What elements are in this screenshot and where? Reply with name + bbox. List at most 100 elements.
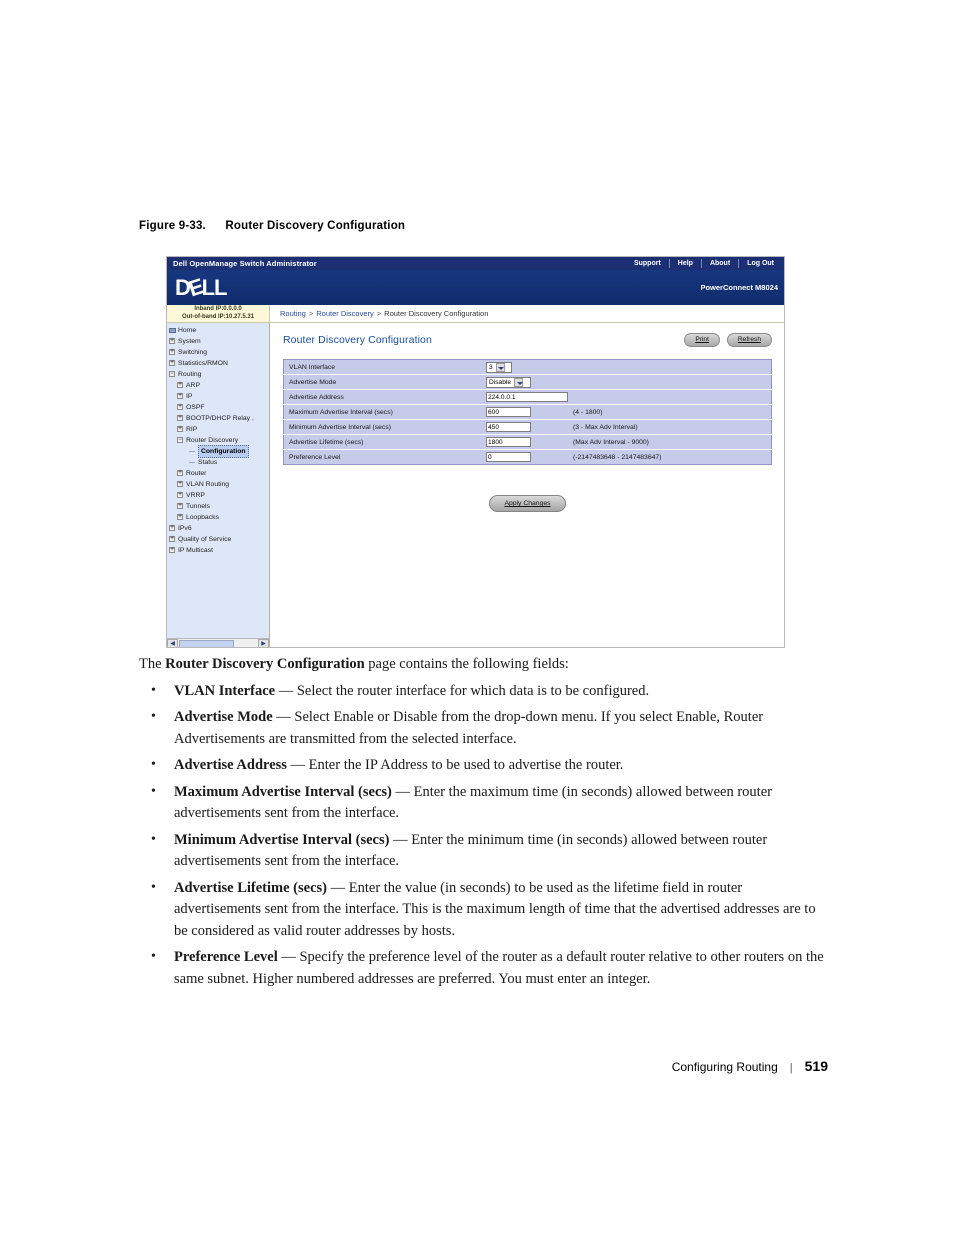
expand-icon[interactable] (177, 425, 184, 433)
field-hint-vlan-interface (568, 359, 772, 375)
expand-icon[interactable] (177, 414, 184, 422)
field-control-cell: 224.0.0.1 (486, 389, 568, 405)
vlan-interface-select[interactable]: 3 (486, 361, 512, 373)
scroll-right-arrow[interactable]: ▶ (258, 639, 269, 647)
figure-caption: Figure 9-33. Router Discovery Configurat… (139, 220, 405, 232)
field-description-item: Maximum Advertise Interval (secs) — Ente… (139, 781, 829, 825)
sidebar-item-vlan-routing[interactable]: VLAN Routing (167, 479, 269, 490)
expand-icon[interactable] (177, 381, 184, 389)
sidebar-item-rip[interactable]: RIP (167, 424, 269, 435)
footer-page-number: 519 (804, 1058, 828, 1074)
chevron-down-icon[interactable] (495, 362, 505, 372)
expand-icon[interactable] (169, 524, 176, 532)
breadcrumb-item-router-discovery[interactable]: Router Discovery (316, 309, 374, 318)
expand-icon[interactable] (177, 491, 184, 499)
footer-separator: | (789, 1062, 793, 1074)
print-button[interactable]: Print (684, 333, 720, 347)
chevron-down-icon[interactable] (514, 377, 523, 387)
navigation-sidebar: Home System Switching Statistics/RMON Routin… (167, 323, 270, 647)
sidebar-item-label: Quality of Service (178, 536, 232, 543)
field-description-item: Advertise Lifetime (secs) — Enter the va… (139, 877, 829, 943)
sidebar-item-home[interactable]: Home (167, 325, 269, 336)
intro-text-after: page contains the following fields: (364, 656, 569, 672)
dell-logo[interactable]: D E LL (175, 273, 227, 301)
field-hint-advertise-lifetime-secs: (Max Adv Interval - 9000) (568, 434, 772, 450)
preference-level-input[interactable]: 0 (486, 452, 531, 462)
sidebar-item-label: Switching (178, 349, 208, 356)
sidebar-item-label: IP Multicast (178, 547, 214, 554)
sidebar-item-ip-multicast[interactable]: IP Multicast (167, 545, 269, 556)
collapse-icon[interactable] (169, 370, 176, 378)
field-label-preference-level: Preference Level (289, 453, 341, 461)
minimum-advertise-interval-secs-input[interactable]: 450 (486, 422, 531, 432)
sidebar-item-routing[interactable]: Routing (167, 369, 269, 380)
breadcrumb-item-routing[interactable]: Routing (280, 309, 306, 318)
sidebar-item-switching[interactable]: Switching (167, 347, 269, 358)
sidebar-item-loopbacks[interactable]: Loopbacks (167, 512, 269, 523)
refresh-button[interactable]: Refresh (726, 333, 772, 347)
field-hint-advertise-address (568, 389, 772, 405)
scroll-left-arrow[interactable]: ◀ (167, 639, 178, 647)
apply-changes-button[interactable]: Apply Changes (489, 495, 566, 512)
vlan-interface-selected-value: 3 (489, 363, 493, 371)
expand-icon[interactable] (177, 469, 184, 477)
advertise-mode-select[interactable]: Disable (486, 376, 531, 388)
ip-info-box: Inband IP:0.0.0.0 Out-of-band IP:10.27.5… (167, 305, 270, 322)
sidebar-item-quality-of-service[interactable]: Quality of Service (167, 534, 269, 545)
sidebar-item-statistics-rmon[interactable]: Statistics/RMON (167, 358, 269, 369)
app-body: Home System Switching Statistics/RMON Routin… (167, 323, 784, 647)
sidebar-item-label: RIP (186, 426, 198, 433)
scrollbar-track[interactable] (235, 639, 258, 647)
app-topbar: Dell OpenManage Switch Administrator Sup… (167, 257, 784, 270)
sidebar-item-ospf[interactable]: OSPF (167, 402, 269, 413)
sidebar-item-label: OSPF (186, 404, 205, 411)
form-row-preference-level: Preference Level 0 (-2147483648 - 21474836… (284, 450, 772, 465)
sidebar-item-label: System (178, 338, 201, 345)
tree-leaf-icon (189, 459, 196, 466)
expand-icon[interactable] (177, 392, 184, 400)
maximum-advertise-interval-secs-input[interactable]: 600 (486, 407, 531, 417)
log-out-link[interactable]: Log Out (739, 259, 780, 268)
scrollbar-thumb[interactable] (179, 639, 234, 647)
sidebar-item-tunnels[interactable]: Tunnels (167, 501, 269, 512)
support-link[interactable]: Support (626, 259, 670, 268)
expand-icon[interactable] (177, 480, 184, 488)
sidebar-item-router[interactable]: Router (167, 468, 269, 479)
sidebar-item-label: Router (186, 470, 207, 477)
sidebar-item-label: BOOTP/DHCP Relay , (186, 415, 254, 422)
app-title: Dell OpenManage Switch Administrator (173, 259, 317, 268)
expand-icon[interactable] (177, 502, 184, 510)
expand-icon[interactable] (177, 513, 184, 521)
collapse-icon[interactable] (177, 436, 184, 444)
field-description-item: Minimum Advertise Interval (secs) — Ente… (139, 829, 829, 873)
sidebar-item-label: IP (186, 393, 193, 400)
sidebar-item-configuration[interactable]: Configuration (167, 445, 269, 458)
field-label-vlan-interface: VLAN Interface (283, 359, 486, 375)
sidebar-item-status[interactable]: Status (167, 457, 269, 468)
sidebar-item-system[interactable]: System (167, 336, 269, 347)
sidebar-horizontal-scrollbar[interactable]: ◀ ▶ (167, 638, 269, 647)
advertise-lifetime-secs-input[interactable]: 1800 (486, 437, 531, 447)
expand-icon[interactable] (169, 359, 176, 367)
sidebar-item-label: Routing (178, 371, 202, 378)
expand-icon[interactable] (177, 403, 184, 411)
intro-bold-term: Router Discovery Configuration (165, 656, 365, 672)
field-description-text: — Select the router interface for which … (275, 682, 650, 699)
sidebar-item-ip[interactable]: IP (167, 391, 269, 402)
field-description-item: VLAN Interface — Select the router inter… (139, 680, 829, 703)
expand-icon[interactable] (169, 535, 176, 543)
about-link[interactable]: About (702, 259, 740, 268)
expand-icon[interactable] (169, 348, 176, 356)
apply-row: Apply Changes (283, 495, 772, 512)
sidebar-item-bootp-dhcp-relay[interactable]: BOOTP/DHCP Relay , (167, 413, 269, 424)
sidebar-item-ipv6[interactable]: IPv6 (167, 523, 269, 534)
advertise-address-input[interactable]: 224.0.0.1 (486, 392, 568, 402)
sidebar-item-arp[interactable]: ARP (167, 380, 269, 391)
screenshot-frame: Dell OpenManage Switch Administrator Sup… (166, 256, 785, 648)
expand-icon[interactable] (169, 337, 176, 345)
sidebar-item-vrrp[interactable]: VRRP (167, 490, 269, 501)
expand-icon[interactable] (169, 546, 176, 554)
sidebar-item-label: Home (178, 327, 197, 334)
help-link[interactable]: Help (670, 259, 702, 268)
field-control-cell: 1800 (486, 434, 568, 450)
